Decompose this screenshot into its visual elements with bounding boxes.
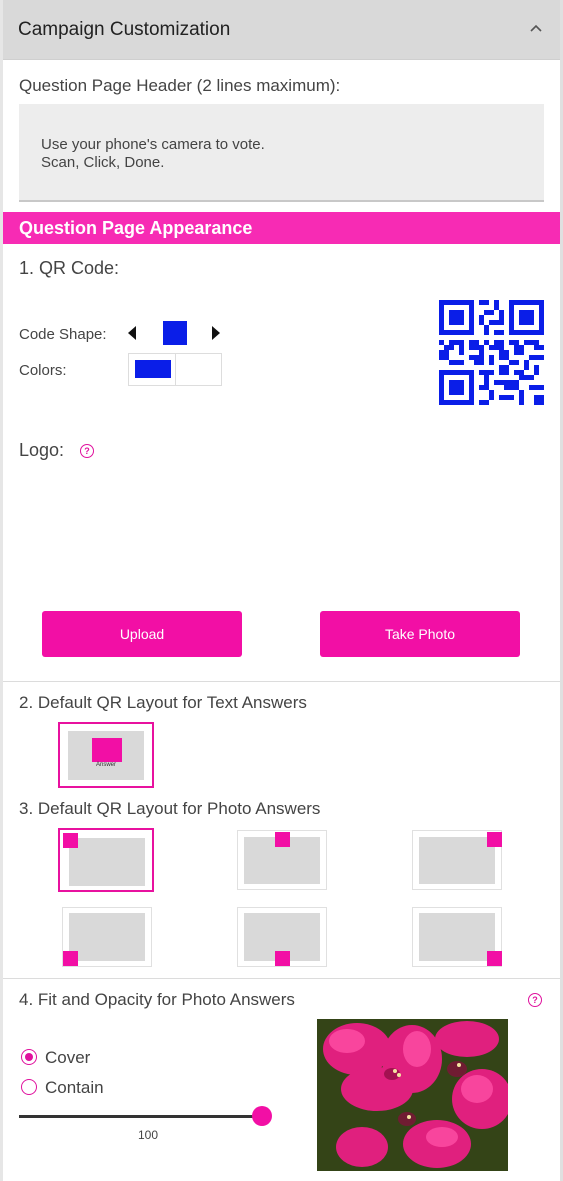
fit-help-icon[interactable]: ? [528, 993, 542, 1007]
tile-background [69, 838, 145, 886]
fit-heading: 4. Fit and Opacity for Photo Answers [19, 990, 295, 1009]
photo-layout-bottom-left[interactable] [62, 907, 152, 967]
tile-background [419, 913, 495, 961]
photo-layout-top-left[interactable] [58, 828, 154, 892]
photo-layout-bottom-right[interactable] [412, 907, 502, 967]
code-shape-label: Code Shape: [19, 326, 107, 343]
shape-next-arrow-icon[interactable] [212, 326, 220, 340]
tile-background [69, 913, 145, 961]
colors-label: Colors: [19, 362, 67, 379]
qr-position-marker [275, 951, 290, 966]
panel-header[interactable]: Campaign Customization [3, 0, 560, 60]
panel-title: Campaign Customization [18, 19, 231, 40]
color-picker[interactable] [128, 353, 222, 386]
cover-radio[interactable] [21, 1049, 37, 1065]
opacity-slider-thumb[interactable] [252, 1106, 272, 1126]
qr-position-marker [487, 832, 502, 847]
cover-label[interactable]: Cover [45, 1048, 90, 1068]
photo-layout-top-center[interactable] [237, 830, 327, 890]
photo-layout-heading: 3. Default QR Layout for Photo Answers [19, 799, 321, 818]
qr-position-marker [63, 951, 78, 966]
header-line-2: Scan, Click, Done. [41, 154, 165, 171]
opacity-value: 100 [138, 1128, 159, 1142]
contain-radio[interactable] [21, 1079, 37, 1095]
text-layout-option[interactable]: Answer [58, 722, 154, 788]
radio-selected-dot [25, 1053, 33, 1061]
qr-code-preview [439, 300, 544, 405]
photo-layout-bottom-center[interactable] [237, 907, 327, 967]
text-layout-heading: 2. Default QR Layout for Text Answers [19, 693, 307, 712]
appearance-section-bar: Question Page Appearance [3, 212, 560, 244]
header-text-area[interactable]: Use your phone's camera to vote. Scan, C… [19, 104, 544, 202]
foreground-color-swatch[interactable] [135, 360, 171, 378]
take-photo-button[interactable]: Take Photo [320, 611, 520, 657]
appearance-title: Question Page Appearance [19, 218, 253, 238]
upload-button[interactable]: Upload [42, 611, 242, 657]
chevron-up-icon[interactable] [528, 20, 544, 36]
header-line-1: Use your phone's camera to vote. [41, 136, 265, 153]
divider [3, 681, 560, 682]
logo-label: Logo: [19, 440, 65, 460]
answer-caption: Answer [95, 762, 116, 768]
divider [3, 978, 560, 979]
sample-photo-flowers [317, 1019, 508, 1171]
qr-heading: 1. QR Code: [19, 258, 120, 278]
color-divider [175, 354, 176, 385]
shape-preview-square [163, 321, 187, 345]
header-field-label: Question Page Header (2 lines maximum): [19, 76, 341, 95]
qr-position-marker [487, 951, 502, 966]
opacity-slider-track[interactable] [19, 1115, 264, 1118]
tile-background [419, 837, 495, 884]
qr-position-marker [63, 833, 78, 848]
photo-layout-top-right[interactable] [412, 830, 502, 890]
qr-position-marker [92, 738, 122, 762]
left-edge [0, 0, 3, 1181]
logo-help-icon[interactable]: ? [80, 444, 94, 458]
shape-prev-arrow-icon[interactable] [128, 326, 136, 340]
qr-position-marker [275, 832, 290, 847]
contain-label[interactable]: Contain [45, 1078, 104, 1098]
